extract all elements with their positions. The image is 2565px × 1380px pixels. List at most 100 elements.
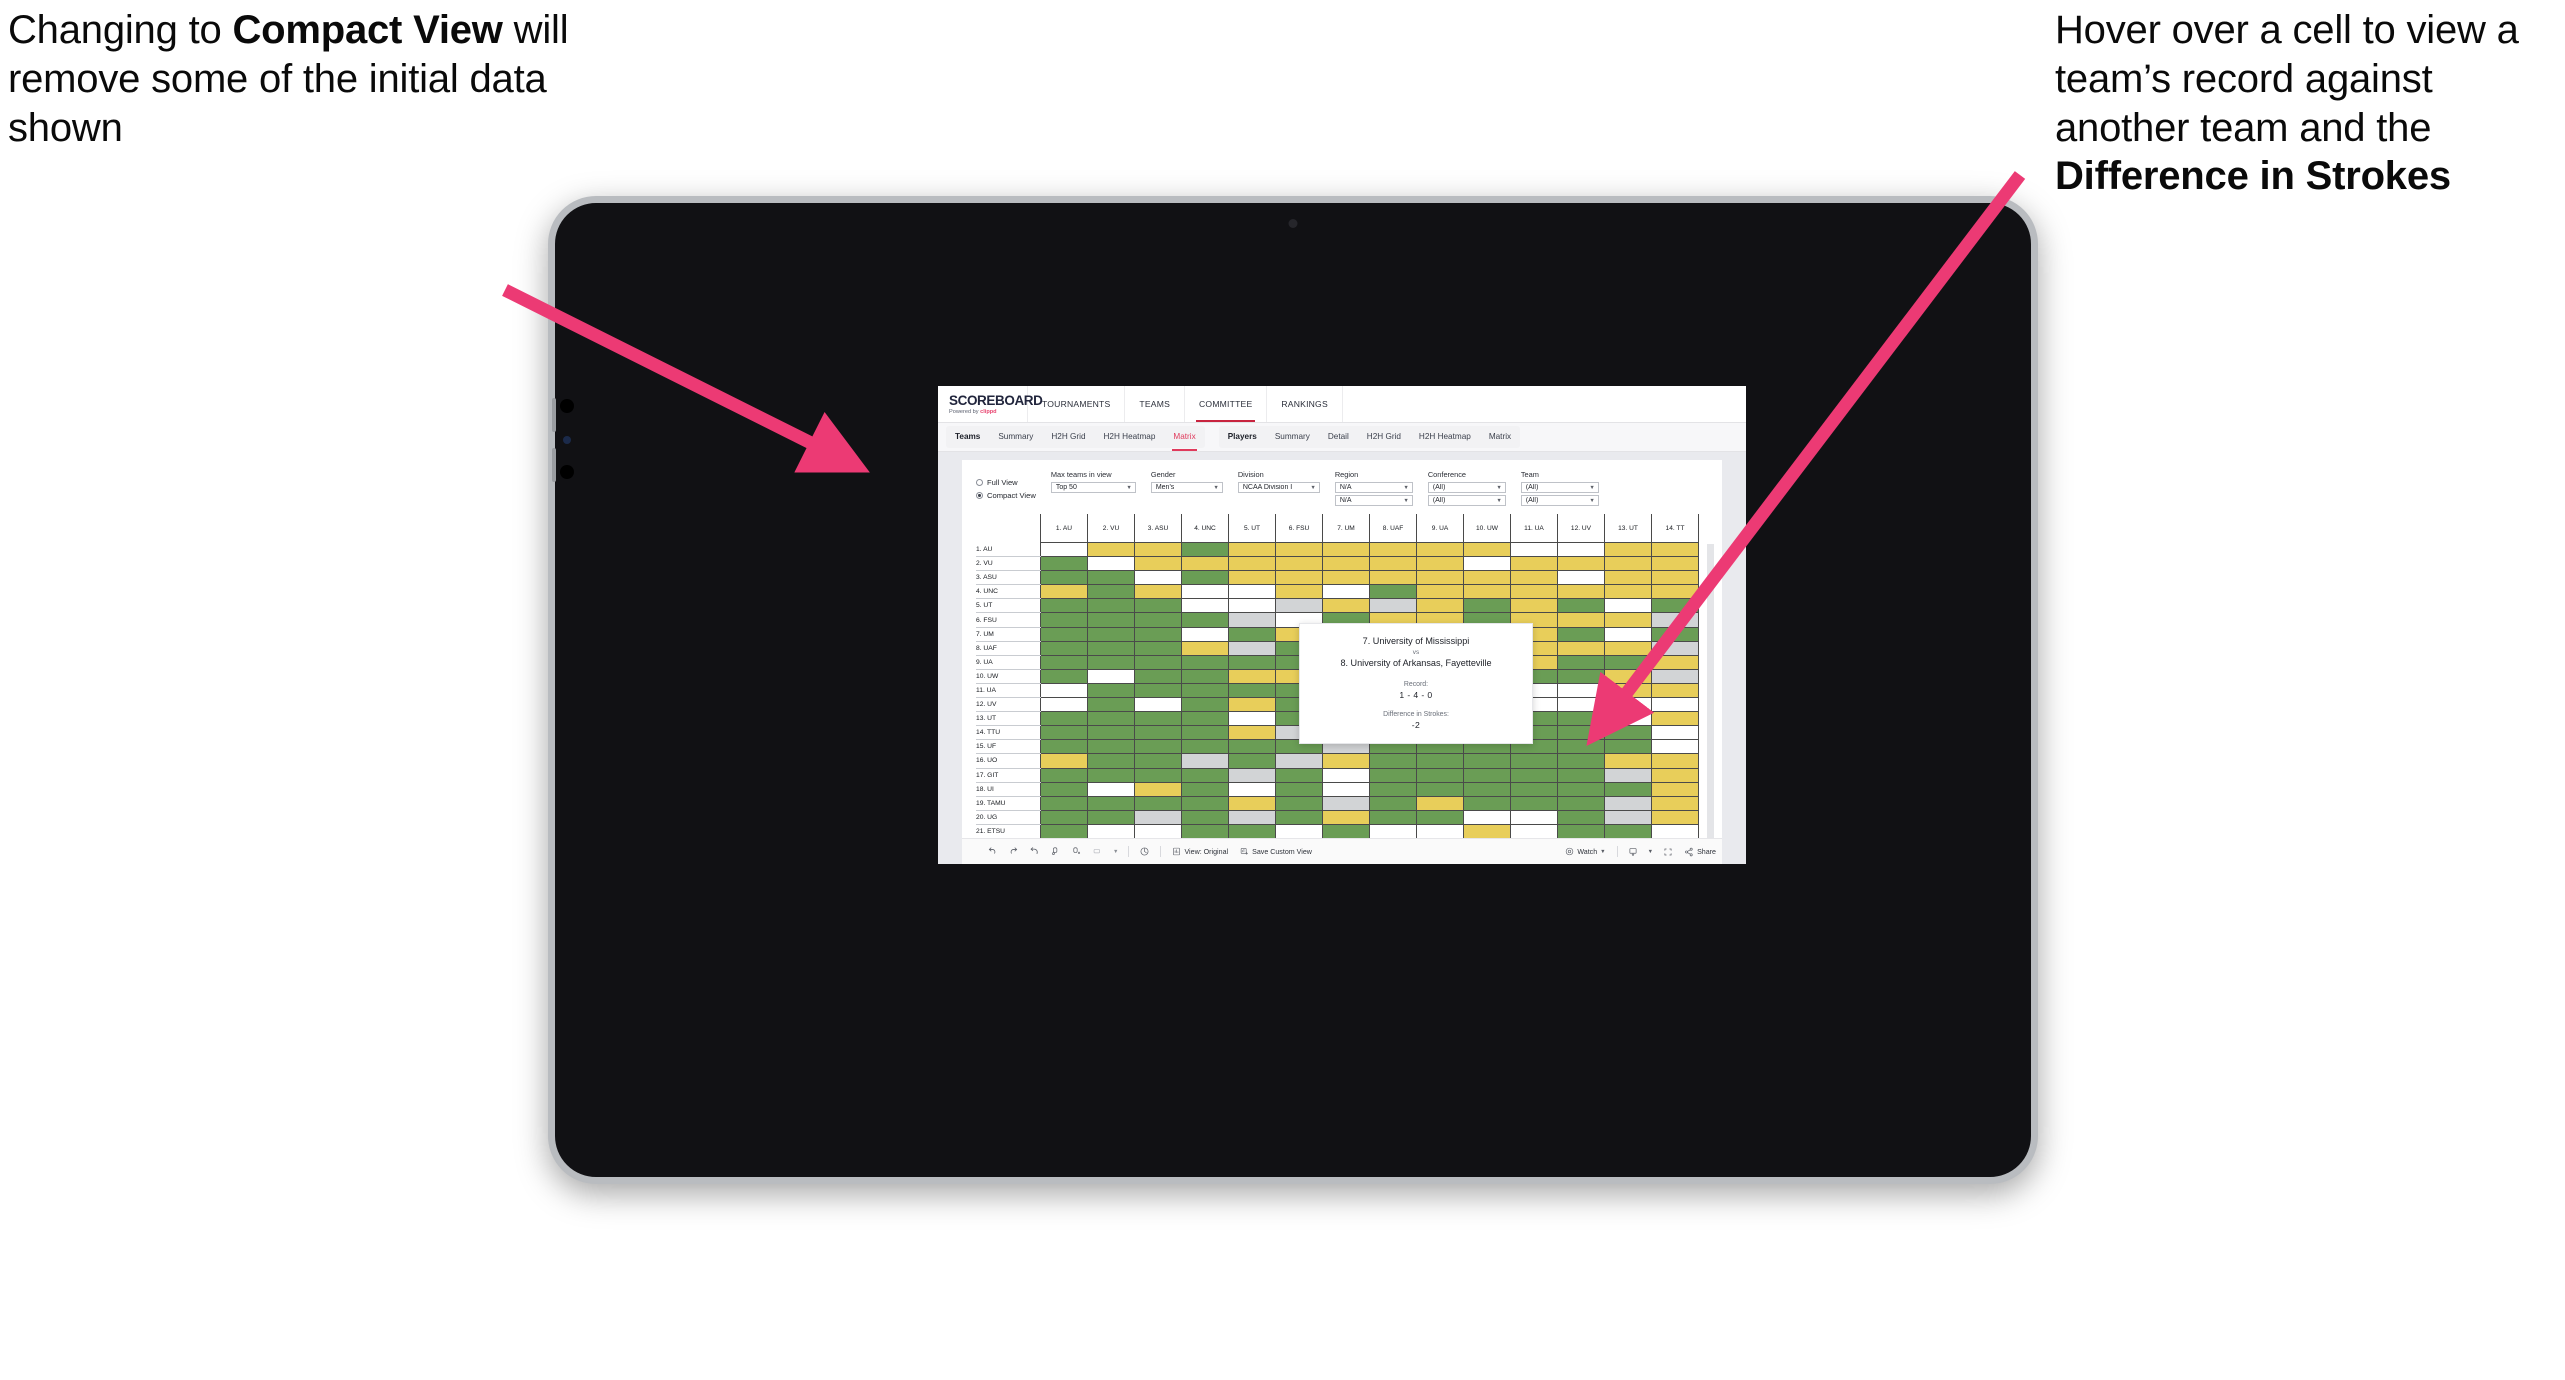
- matrix-cell[interactable]: [1463, 570, 1511, 586]
- matrix-cell[interactable]: [1651, 753, 1699, 769]
- matrix-cell[interactable]: [1651, 781, 1699, 797]
- matrix-vertical-scrollbar[interactable]: [1707, 544, 1714, 846]
- matrix-cell[interactable]: [1604, 725, 1652, 741]
- matrix-cell[interactable]: [1369, 823, 1417, 839]
- matrix-cell[interactable]: [1134, 725, 1182, 741]
- matrix-cell[interactable]: [1040, 640, 1088, 656]
- matrix-cell[interactable]: [1369, 795, 1417, 811]
- matrix-cell[interactable]: [1604, 626, 1652, 642]
- filter-team-select-1[interactable]: (All) ▼: [1520, 482, 1599, 493]
- tab-teams-summary[interactable]: Summary: [989, 426, 1042, 448]
- tab-players-h2h-heatmap[interactable]: H2H Heatmap: [1410, 426, 1480, 448]
- matrix-cell[interactable]: [1604, 640, 1652, 656]
- matrix-cell[interactable]: [1181, 697, 1229, 713]
- matrix-cell[interactable]: [1604, 767, 1652, 783]
- matrix-cell[interactable]: [1510, 753, 1558, 769]
- tab-players-detail[interactable]: Detail: [1319, 426, 1358, 448]
- matrix-cell[interactable]: [1604, 823, 1652, 839]
- pause-data-icon[interactable]: [1066, 839, 1087, 865]
- tab-teams-h2h-heatmap[interactable]: H2H Heatmap: [1095, 426, 1165, 448]
- matrix-cell[interactable]: [1322, 809, 1370, 825]
- matrix-cell[interactable]: [1322, 556, 1370, 572]
- matrix-cell[interactable]: [1134, 682, 1182, 699]
- filter-conference-select-2[interactable]: (All) ▼: [1427, 495, 1506, 506]
- matrix-cell[interactable]: [1463, 767, 1511, 783]
- matrix-cell[interactable]: [1604, 654, 1652, 670]
- matrix-cell[interactable]: [1228, 767, 1276, 783]
- matrix-cell[interactable]: [1040, 682, 1088, 699]
- matrix-cell[interactable]: [1040, 767, 1088, 783]
- matrix-cell[interactable]: [1228, 711, 1276, 727]
- matrix-cell[interactable]: [1228, 612, 1276, 628]
- matrix-cell[interactable]: [1228, 809, 1276, 825]
- matrix-cell[interactable]: [1040, 541, 1088, 558]
- matrix-cell[interactable]: [1557, 711, 1605, 727]
- matrix-cell[interactable]: [1557, 697, 1605, 713]
- matrix-cell[interactable]: [1040, 711, 1088, 727]
- matrix-cell[interactable]: [1557, 556, 1605, 572]
- radio-compact-view-icon[interactable]: [976, 492, 983, 499]
- matrix-cell[interactable]: [1181, 795, 1229, 811]
- view-original-button[interactable]: View: Original: [1166, 839, 1234, 865]
- matrix-cell[interactable]: [1510, 598, 1558, 614]
- matrix-cell[interactable]: [1275, 598, 1323, 614]
- matrix-cell[interactable]: [1651, 697, 1699, 713]
- pan-tool-dropdown[interactable]: ▼: [1108, 839, 1123, 865]
- matrix-cell[interactable]: [1087, 612, 1135, 628]
- matrix-cell[interactable]: [1651, 541, 1699, 558]
- matrix-cell[interactable]: [1510, 823, 1558, 839]
- matrix-cell[interactable]: [1651, 739, 1699, 755]
- matrix-cell[interactable]: [1040, 739, 1088, 755]
- pan-tool-icon[interactable]: [1087, 839, 1108, 865]
- matrix-cell[interactable]: [1604, 809, 1652, 825]
- matrix-cell[interactable]: [1651, 598, 1699, 614]
- matrix-cell[interactable]: [1040, 753, 1088, 769]
- matrix-cell[interactable]: [1087, 668, 1135, 684]
- matrix-cell[interactable]: [1557, 739, 1605, 755]
- tab-players-h2h-grid[interactable]: H2H Grid: [1358, 426, 1410, 448]
- matrix-cell[interactable]: [1557, 598, 1605, 614]
- matrix-cell[interactable]: [1557, 795, 1605, 811]
- matrix-cell[interactable]: [1604, 556, 1652, 572]
- matrix-cell[interactable]: [1416, 584, 1464, 600]
- matrix-cell[interactable]: [1181, 584, 1229, 600]
- matrix-cell[interactable]: [1651, 809, 1699, 825]
- matrix-cell[interactable]: [1416, 556, 1464, 572]
- matrix-cell[interactable]: [1557, 753, 1605, 769]
- matrix-cell[interactable]: [1134, 697, 1182, 713]
- matrix-cell[interactable]: [1416, 781, 1464, 797]
- download-dropdown[interactable]: ▼: [1643, 839, 1658, 865]
- revert-button[interactable]: [1024, 839, 1045, 865]
- matrix-cell[interactable]: [1134, 753, 1182, 769]
- matrix-cell[interactable]: [1651, 823, 1699, 839]
- matrix-cell[interactable]: [1181, 823, 1229, 839]
- matrix-cell[interactable]: [1275, 541, 1323, 558]
- matrix-cell[interactable]: [1604, 711, 1652, 727]
- nav-tournaments[interactable]: TOURNAMENTS: [1028, 386, 1126, 422]
- matrix-cell[interactable]: [1463, 795, 1511, 811]
- matrix-cell[interactable]: [1087, 570, 1135, 586]
- matrix-cell[interactable]: [1651, 626, 1699, 642]
- filter-division-select[interactable]: NCAA Division I ▼: [1237, 482, 1320, 493]
- matrix-cell[interactable]: [1651, 654, 1699, 670]
- matrix-cell[interactable]: [1275, 584, 1323, 600]
- matrix-cell[interactable]: [1087, 767, 1135, 783]
- radio-full-view[interactable]: Full View: [976, 478, 1036, 487]
- matrix-cell[interactable]: [1087, 541, 1135, 558]
- radio-compact-view[interactable]: Compact View: [976, 491, 1036, 500]
- matrix-cell[interactable]: [1604, 541, 1652, 558]
- matrix-cell[interactable]: [1181, 682, 1229, 699]
- download-button[interactable]: [1623, 839, 1643, 865]
- tab-players-matrix[interactable]: Matrix: [1480, 426, 1520, 448]
- matrix-cell[interactable]: [1604, 598, 1652, 614]
- matrix-cell[interactable]: [1181, 654, 1229, 670]
- filter-conference-select-1[interactable]: (All) ▼: [1427, 482, 1506, 493]
- matrix-cell[interactable]: [1557, 809, 1605, 825]
- matrix-cell[interactable]: [1651, 711, 1699, 727]
- matrix-cell[interactable]: [1087, 584, 1135, 600]
- matrix-cell[interactable]: [1510, 809, 1558, 825]
- matrix-cell[interactable]: [1228, 781, 1276, 797]
- matrix-cell[interactable]: [1087, 654, 1135, 670]
- matrix-cell[interactable]: [1087, 640, 1135, 656]
- matrix-cell[interactable]: [1087, 739, 1135, 755]
